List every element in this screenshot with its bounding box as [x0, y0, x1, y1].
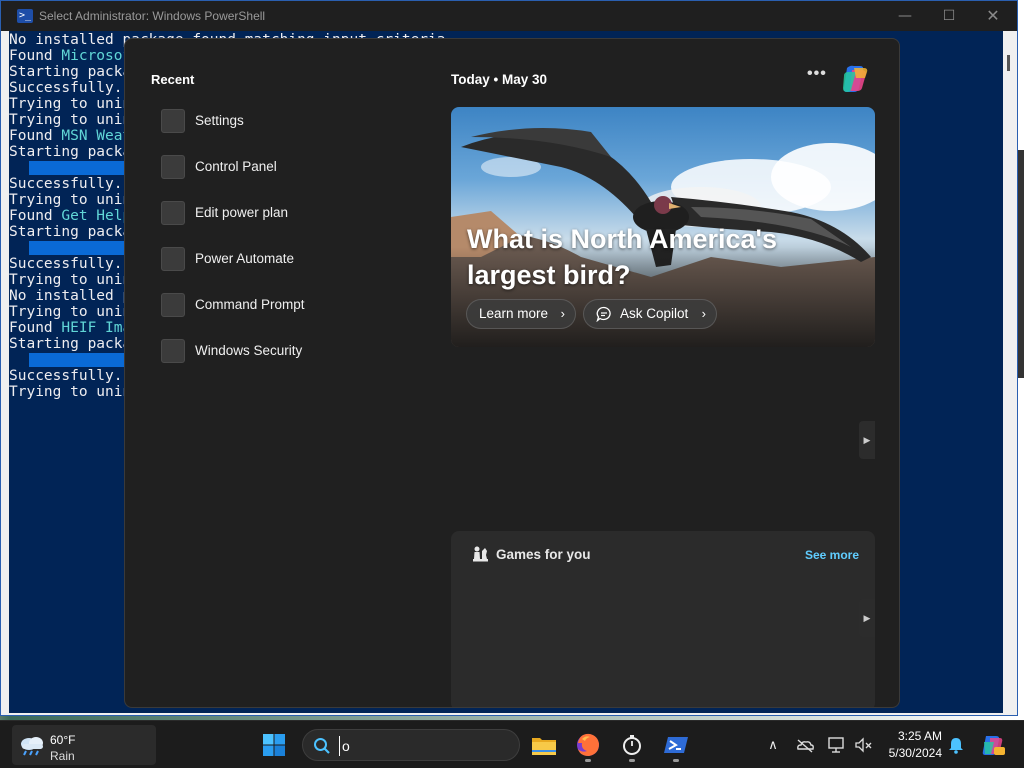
hero-title[interactable]: What is North America's largest bird? [467, 221, 797, 293]
power-automate-icon [161, 247, 185, 271]
running-indicator [673, 759, 679, 762]
settings-icon [161, 109, 185, 133]
progress-bar [29, 241, 139, 255]
recent-item-label: Command Prompt [195, 297, 305, 312]
search-flyout: Recent Settings Control Panel Edit power… [124, 38, 900, 708]
scroll-right-button[interactable]: ▶ [859, 599, 875, 637]
power-plan-icon [161, 201, 185, 225]
onedrive-offline-icon[interactable] [795, 735, 815, 755]
taskbar-firefox[interactable] [572, 729, 604, 762]
recent-item-label: Edit power plan [195, 205, 289, 220]
rain-cloud-icon [21, 737, 43, 756]
console-line: Successfully... [9, 80, 140, 96]
recent-item-label: Settings [195, 113, 244, 128]
network-icon[interactable] [827, 735, 847, 755]
chess-pieces-icon [473, 546, 488, 562]
progress-bar [29, 353, 139, 367]
recent-heading: Recent [151, 72, 195, 87]
folder-icon [532, 738, 556, 755]
maximize-button[interactable]: ☐ [927, 5, 971, 27]
windows-start-icon[interactable] [262, 733, 286, 757]
search-input[interactable] [339, 736, 509, 756]
chat-bubble-icon [596, 306, 611, 322]
recent-item-power-automate[interactable]: Power Automate [151, 239, 401, 279]
minimize-button[interactable]: — [883, 5, 927, 27]
chevron-right-icon: › [701, 306, 706, 321]
today-heading: Today • May 30 [451, 72, 548, 87]
learn-more-label: Learn more [479, 306, 549, 321]
show-hidden-icons-button[interactable]: ∧ [763, 735, 783, 755]
search-icon [314, 738, 330, 754]
powershell-titlebar[interactable]: >_ Select Administrator: Windows PowerSh… [1, 1, 1017, 31]
recent-item-command-prompt[interactable]: Command Prompt [151, 285, 401, 325]
games-heading: Games for you [496, 547, 591, 562]
console-line-prefix: Found [9, 128, 62, 144]
taskbar: 60°F Rain o ∧ 3:25 AM 5/30/2024 [0, 720, 1024, 768]
running-indicator [629, 759, 635, 762]
close-button[interactable]: ✕ [971, 5, 1015, 27]
system-clock-time[interactable]: 3:25 AM [890, 729, 942, 743]
ask-copilot-button[interactable]: Ask Copilot › [583, 299, 717, 329]
taskbar-clock-app[interactable] [616, 729, 648, 762]
recent-item-label: Power Automate [195, 251, 295, 266]
games-card: Games for you See more [451, 531, 875, 707]
hero-card[interactable]: What is North America's largest bird? Le… [451, 107, 875, 347]
copilot-icon[interactable] [838, 64, 870, 94]
volume-muted-icon[interactable] [853, 735, 873, 755]
learn-more-button[interactable]: Learn more › [466, 299, 576, 329]
powershell-icon: >_ [17, 9, 33, 23]
weather-temperature: 60°F [50, 733, 76, 747]
console-line-prefix: Found [9, 48, 62, 64]
console-scrollbar-thumb[interactable] [1007, 55, 1010, 71]
windows-security-icon [161, 339, 185, 363]
weather-condition: Rain [50, 749, 75, 763]
recent-item-label: Windows Security [195, 343, 303, 358]
recent-item-control-panel[interactable]: Control Panel [151, 147, 401, 187]
recent-item-label: Control Panel [195, 159, 277, 174]
ask-copilot-label: Ask Copilot [620, 306, 689, 321]
recent-item-settings[interactable]: Settings [151, 101, 401, 141]
recent-item-edit-power-plan[interactable]: Edit power plan [151, 193, 401, 233]
window-title: Select Administrator: Windows PowerShell [39, 9, 266, 23]
scroll-right-button[interactable]: ▶ [859, 421, 875, 459]
command-prompt-icon [161, 293, 185, 317]
weather-widget[interactable]: 60°F Rain [12, 725, 156, 765]
system-clock-date[interactable]: 5/30/2024 [878, 746, 942, 760]
taskbar-file-explorer[interactable] [528, 729, 560, 761]
firefox-icon [577, 733, 599, 756]
running-indicator [585, 759, 591, 762]
stopwatch-icon [623, 735, 641, 755]
console-line: Successfully... [9, 256, 140, 272]
console-line-prefix: Found [9, 208, 62, 224]
console-line: Successfully... [9, 176, 140, 192]
recent-item-windows-security[interactable]: Windows Security [151, 331, 401, 371]
console-line-prefix: Found [9, 320, 62, 336]
taskbar-search-box[interactable] [302, 729, 520, 761]
control-panel-icon [161, 155, 185, 179]
see-more-link[interactable]: See more [805, 548, 859, 562]
more-options-button[interactable]: ••• [807, 65, 827, 83]
chevron-right-icon: › [560, 306, 565, 321]
taskbar-powershell[interactable] [660, 729, 692, 762]
copilot-pre-icon[interactable] [980, 733, 1006, 757]
background-window-edge [1018, 150, 1024, 378]
progress-bar [29, 161, 139, 175]
notification-bell-icon[interactable] [946, 735, 966, 755]
powershell-icon [664, 737, 688, 753]
console-line: Successfully... [9, 368, 140, 384]
console-scrollbar[interactable] [1003, 31, 1017, 713]
